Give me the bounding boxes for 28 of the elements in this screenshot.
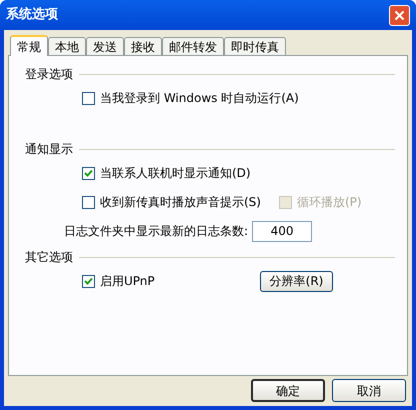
checkmark-icon <box>84 276 93 286</box>
tab[interactable]: 接收 <box>124 37 162 55</box>
checkbox-label: 启用UPnP <box>100 273 155 290</box>
checkbox[interactable] <box>82 274 95 288</box>
group-heading: 其它选项 <box>25 249 73 266</box>
tab[interactable]: 即时传真 <box>224 37 286 55</box>
cancel-button[interactable]: 取消 <box>332 379 406 402</box>
input-field[interactable]: 400 <box>252 220 312 242</box>
checkbox[interactable] <box>82 92 95 104</box>
checkbox-label: 收到新传真时播放声音提示(S) <box>100 194 261 211</box>
tab[interactable]: 本地 <box>48 37 86 55</box>
tab[interactable]: 常规 <box>10 35 48 56</box>
tab[interactable]: 邮件转发 <box>162 37 224 55</box>
window-title: 系统选项 <box>6 6 58 24</box>
checkbox[interactable] <box>82 196 95 208</box>
close-button[interactable] <box>389 4 410 26</box>
checkmark-icon <box>84 168 93 178</box>
group-heading: 登录选项 <box>25 66 73 83</box>
tab[interactable]: 发送 <box>86 37 124 55</box>
checkbox-label: 当联系人联机时显示通知(D) <box>100 165 251 182</box>
close-icon <box>394 10 405 20</box>
group-heading: 通知显示 <box>25 141 73 158</box>
checkbox-label: 当我登录到 Windows 时自动运行(A) <box>100 90 299 107</box>
resolution-button[interactable]: 分辨率(R) <box>260 270 333 292</box>
field-label: 日志文件夹中显示最新的日志条数: <box>64 223 248 240</box>
ok-button[interactable]: 确定 <box>251 379 325 402</box>
checkbox-label: 循环播放(P) <box>296 194 362 211</box>
checkbox[interactable] <box>82 166 95 180</box>
